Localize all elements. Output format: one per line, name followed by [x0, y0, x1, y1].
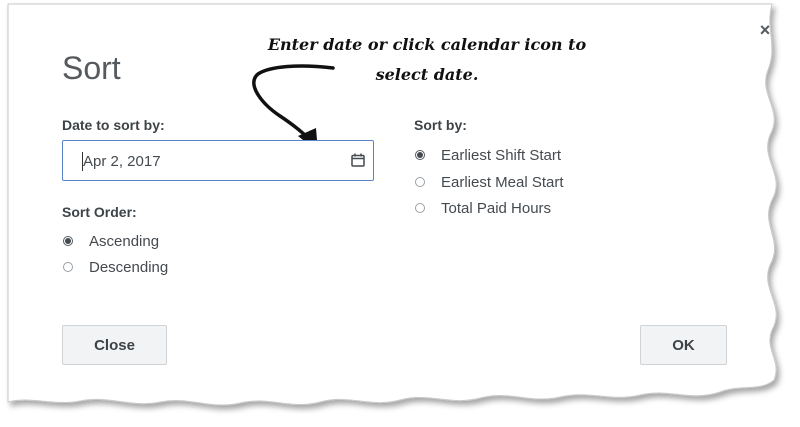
sort-dialog-screenshot: Sort × Enter date or click calendar icon…	[0, 0, 800, 427]
radio-button-icon[interactable]	[63, 236, 73, 246]
ok-button[interactable]: OK	[640, 325, 727, 365]
date-input[interactable]	[81, 150, 333, 172]
date-field-label: Date to sort by:	[62, 117, 165, 133]
radio-label: Ascending	[89, 232, 160, 250]
radio-earliest-meal-start[interactable]: Earliest Meal Start	[415, 172, 564, 192]
radio-ascending[interactable]: Ascending	[63, 231, 159, 251]
radio-button-icon[interactable]	[415, 150, 425, 160]
sort-order-label: Sort Order:	[62, 204, 137, 220]
radio-button-icon[interactable]	[415, 203, 425, 213]
radio-button-icon[interactable]	[415, 177, 425, 187]
text-caret	[82, 152, 83, 171]
radio-label: Earliest Shift Start	[441, 146, 562, 164]
radio-label: Descending	[89, 258, 169, 276]
radio-total-paid-hours[interactable]: Total Paid Hours	[415, 198, 551, 218]
radio-button-icon[interactable]	[63, 262, 73, 272]
sort-by-label: Sort by:	[414, 117, 467, 133]
close-button[interactable]: Close	[62, 325, 167, 365]
date-field[interactable]	[62, 140, 374, 181]
radio-descending[interactable]: Descending	[63, 257, 168, 277]
radio-earliest-shift-start[interactable]: Earliest Shift Start	[415, 145, 561, 165]
calendar-icon[interactable]	[350, 152, 366, 168]
radio-label: Total Paid Hours	[441, 199, 552, 217]
radio-label: Earliest Meal Start	[441, 173, 564, 191]
